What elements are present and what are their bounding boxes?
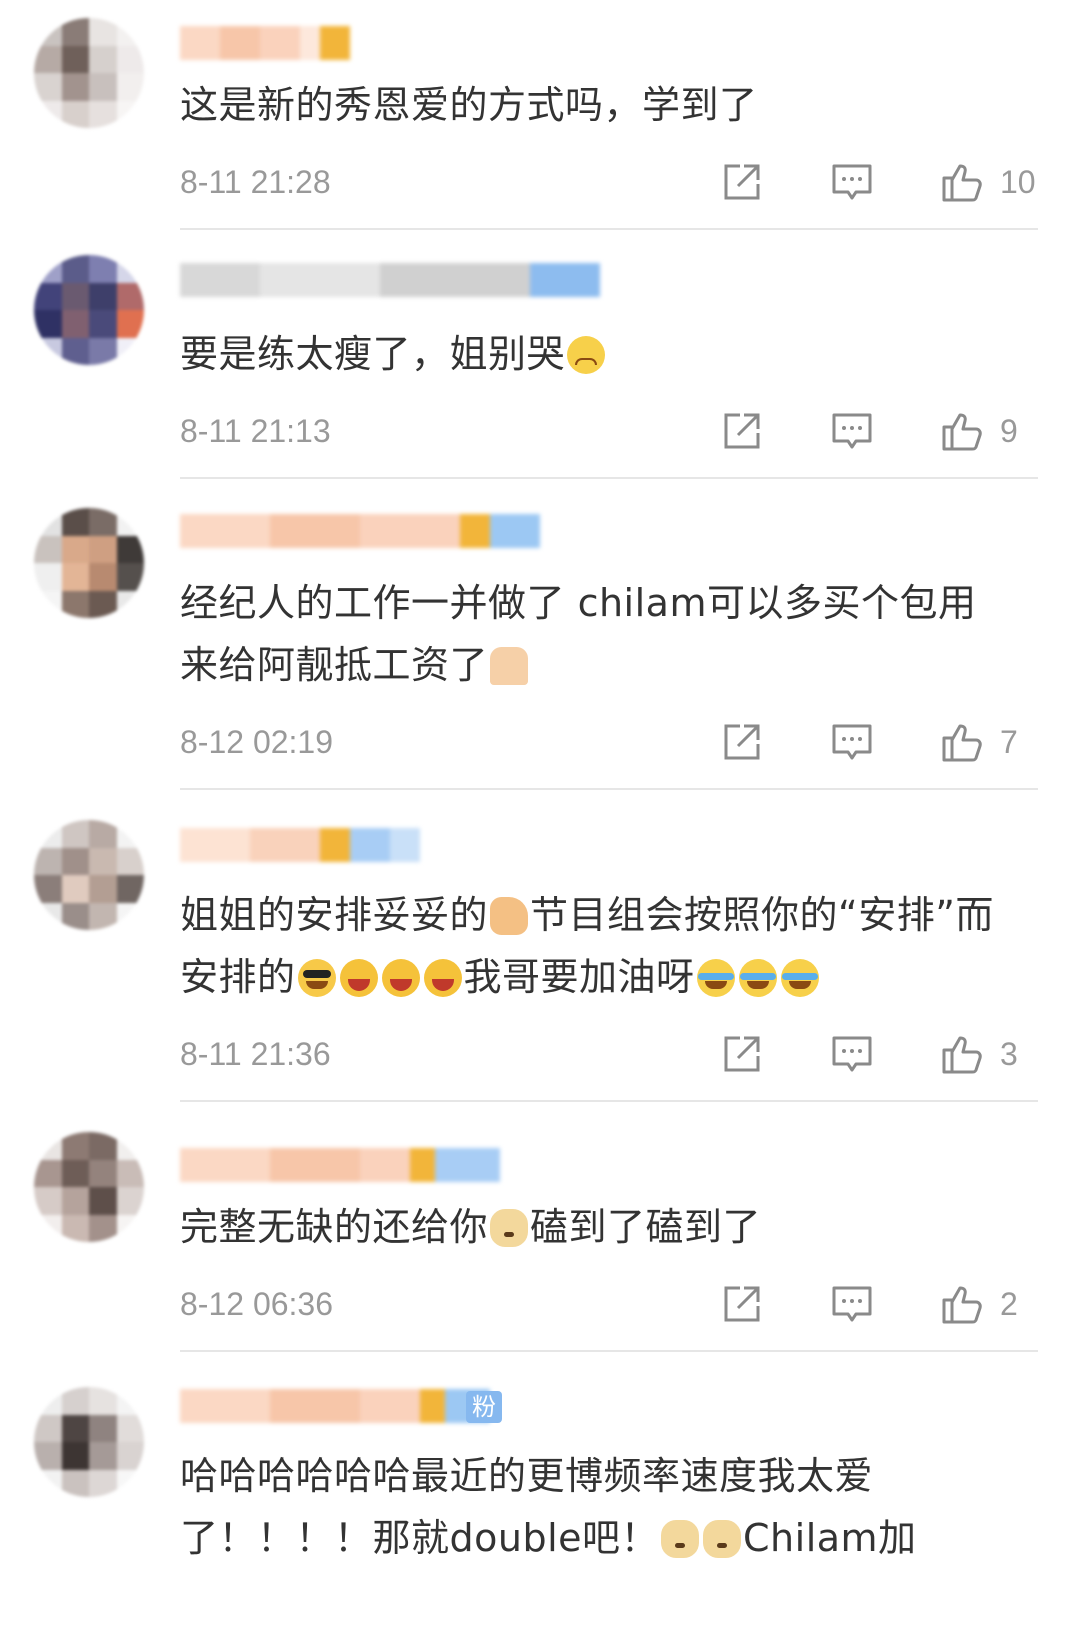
comment-actions: 2: [720, 1280, 1040, 1328]
comment-icon[interactable]: [830, 720, 874, 764]
share-icon[interactable]: [720, 1282, 764, 1326]
tears-of-joy-emoji: [738, 959, 777, 997]
share-icon[interactable]: [720, 409, 764, 453]
comment-timestamp: 8-12 06:36: [180, 1286, 334, 1322]
avatar[interactable]: [34, 1387, 144, 1497]
comment-text-part: 我哥要加油呀: [463, 955, 695, 999]
avatar[interactable]: [34, 508, 144, 618]
like-count: 7: [1000, 724, 1018, 760]
comment-text: 经纪人的工作一并做了 chilam可以多买个包用来给阿靓抵工资了: [180, 572, 1000, 696]
doge-emoji: [661, 1520, 700, 1558]
divider: [180, 1100, 1038, 1102]
share-icon[interactable]: [720, 160, 764, 204]
comment-text-part: Chilam加: [743, 1516, 917, 1560]
comment-timestamp: 8-11 21:13: [180, 413, 331, 449]
comment-text: 姐姐的安排妥妥的 节目组会按照你的“安排”而安排的 我哥要加油呀: [180, 884, 1000, 1008]
comment-timestamp: 8-12 02:19: [180, 724, 334, 760]
tears-of-joy-emoji: [780, 959, 819, 997]
laughing-emoji: [339, 959, 378, 997]
comment-actions: 10: [720, 158, 1040, 206]
comment-text-part: 完整无缺的还给你: [180, 1205, 489, 1249]
share-icon[interactable]: [720, 720, 764, 764]
laughing-emoji: [423, 959, 462, 997]
doge-emoji: [490, 1209, 529, 1247]
comment-icon[interactable]: [830, 409, 874, 453]
comment-text-content: 要是练太瘦了，姐别哭: [180, 332, 566, 376]
sad-face-emoji: [567, 336, 606, 374]
username-blurred[interactable]: [180, 1148, 500, 1182]
divider: [180, 228, 1038, 230]
thumbs-up-emoji: [490, 897, 529, 935]
comment-icon[interactable]: [830, 160, 874, 204]
comment-text: 要是练太瘦了，姐别哭: [180, 323, 1000, 385]
like-count: 3: [1000, 1036, 1018, 1072]
username-blurred[interactable]: [180, 514, 540, 548]
fan-badge: 粉: [466, 1391, 502, 1423]
username-blurred[interactable]: [180, 828, 420, 862]
comment-meta: 8-11 21:13 9: [180, 407, 1040, 455]
comment-text: 完整无缺的还给你 磕到了磕到了: [180, 1196, 1000, 1258]
thumbs-up-icon[interactable]: [940, 160, 984, 204]
avatar[interactable]: [34, 1132, 144, 1242]
tears-of-joy-emoji: [696, 959, 735, 997]
praying-hands-emoji: [490, 647, 529, 685]
avatar[interactable]: [34, 820, 144, 930]
thumbs-up-icon[interactable]: [940, 1032, 984, 1076]
thumbs-up-icon[interactable]: [940, 1282, 984, 1326]
comment-actions: 9: [720, 407, 1040, 455]
comment-meta: 8-12 02:19 7: [180, 718, 1040, 766]
comment-text: 哈哈哈哈哈哈最近的更博频率速度我太爱了！！！！那就double吧！ Chilam加: [180, 1445, 1000, 1569]
like-count: 9: [1000, 413, 1018, 449]
thumbs-up-icon[interactable]: [940, 409, 984, 453]
comment-icon[interactable]: [830, 1032, 874, 1076]
comment-list: 这是新的秀恩爱的方式吗，学到了 8-11 21:28 10 要是练太瘦了，姐别哭: [0, 0, 1080, 1632]
comment-meta: 8-11 21:28 10: [180, 158, 1040, 206]
comment-text-content: 这是新的秀恩爱的方式吗，学到了: [180, 83, 758, 127]
comment-text-content: 经纪人的工作一并做了 chilam可以多买个包用来给阿靓抵工资了: [180, 581, 977, 687]
comment-actions: 7: [720, 718, 1040, 766]
comment-meta: 8-12 06:36 2: [180, 1280, 1040, 1328]
comment-timestamp: 8-11 21:28: [180, 164, 331, 200]
like-count: 2: [1000, 1286, 1018, 1322]
comment-text-part: 姐姐的安排妥妥的: [180, 893, 489, 937]
divider: [180, 788, 1038, 790]
doge-emoji: [703, 1520, 742, 1558]
sunglasses-emoji: [297, 959, 336, 997]
comment-icon[interactable]: [830, 1282, 874, 1326]
avatar[interactable]: [34, 255, 144, 365]
comment-meta: 8-11 21:36 3: [180, 1030, 1040, 1078]
comment-actions: 3: [720, 1030, 1040, 1078]
laughing-emoji: [381, 959, 420, 997]
comment-text-part: 磕到了磕到了: [530, 1205, 762, 1249]
username-blurred[interactable]: [180, 263, 600, 297]
username-blurred[interactable]: [180, 26, 350, 60]
thumbs-up-icon[interactable]: [940, 720, 984, 764]
like-count: 10: [1000, 164, 1036, 200]
username-blurred[interactable]: [180, 1389, 490, 1423]
avatar[interactable]: [34, 18, 144, 128]
comment-timestamp: 8-11 21:36: [180, 1036, 331, 1072]
share-icon[interactable]: [720, 1032, 764, 1076]
divider: [180, 477, 1038, 479]
comment-text: 这是新的秀恩爱的方式吗，学到了: [180, 74, 1000, 136]
divider: [180, 1350, 1038, 1352]
